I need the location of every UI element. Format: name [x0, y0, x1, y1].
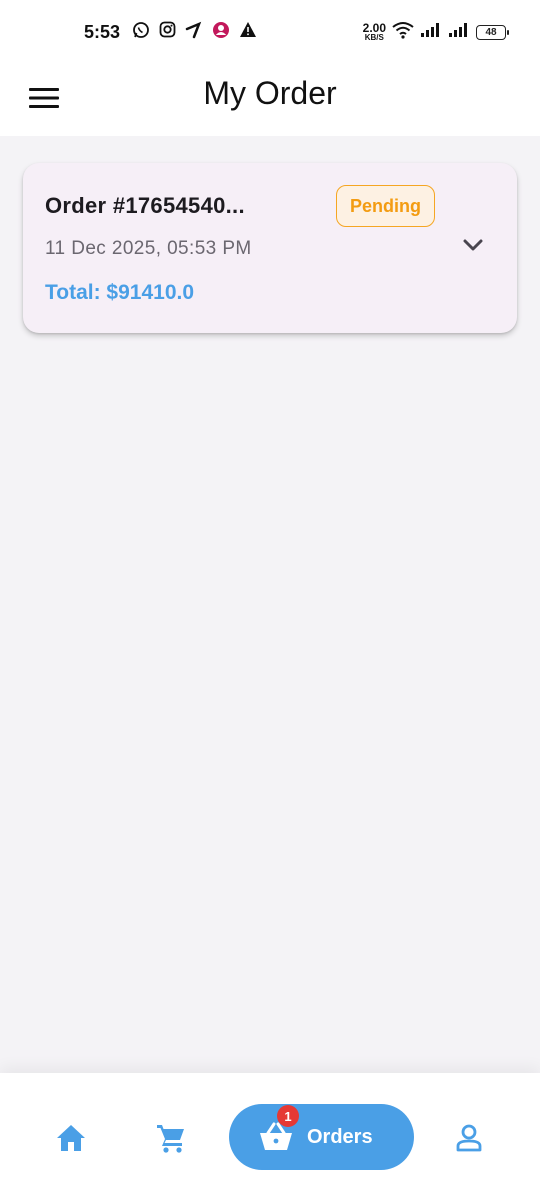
wifi-icon: [392, 21, 414, 44]
status-badge: Pending: [336, 185, 435, 227]
person-icon: [454, 1123, 484, 1158]
status-left: 5:53: [84, 21, 257, 44]
net-speed: 2.00 KB/S: [363, 22, 386, 42]
nav-orders-label: Orders: [307, 1125, 373, 1148]
battery-icon: 48: [476, 24, 509, 40]
telenor-icon: [185, 21, 203, 44]
profile-circle-icon: [212, 21, 230, 44]
orders-badge: 1: [277, 1105, 299, 1127]
page-title: My Order: [203, 75, 337, 111]
nav-home[interactable]: [44, 1107, 98, 1173]
status-bar: 5:53 2.00 KB/S 48: [0, 0, 540, 64]
basket-icon: [259, 1122, 293, 1156]
expand-order-button[interactable]: [463, 233, 483, 261]
order-id: Order #17654540...: [45, 193, 245, 218]
status-right: 2.00 KB/S 48: [363, 21, 509, 44]
bottom-nav: 1 Orders: [0, 1073, 540, 1200]
nav-profile[interactable]: [442, 1107, 496, 1173]
cart-icon: [155, 1122, 187, 1159]
status-time: 5:53: [84, 21, 121, 42]
whatsapp-icon: [132, 21, 150, 44]
signal-icon: [448, 22, 470, 43]
order-card[interactable]: Order #17654540... Pending 11 Dec 2025, …: [23, 163, 517, 333]
nav-cart[interactable]: [144, 1107, 198, 1173]
net-speed-unit: KB/S: [364, 33, 384, 42]
chevron-down-icon: [463, 238, 483, 257]
basket-icon-wrap: 1: [259, 1105, 299, 1152]
nav-orders[interactable]: 1 Orders: [229, 1104, 414, 1170]
app-bar: My Order: [0, 64, 540, 136]
home-icon: [55, 1123, 87, 1158]
warning-icon: [239, 21, 257, 43]
order-date: 11 Dec 2025, 05:53 PM: [45, 238, 252, 259]
signal-icon: [420, 22, 442, 43]
instagram-icon: [159, 21, 176, 43]
order-total: Total: $91410.0: [45, 281, 195, 304]
